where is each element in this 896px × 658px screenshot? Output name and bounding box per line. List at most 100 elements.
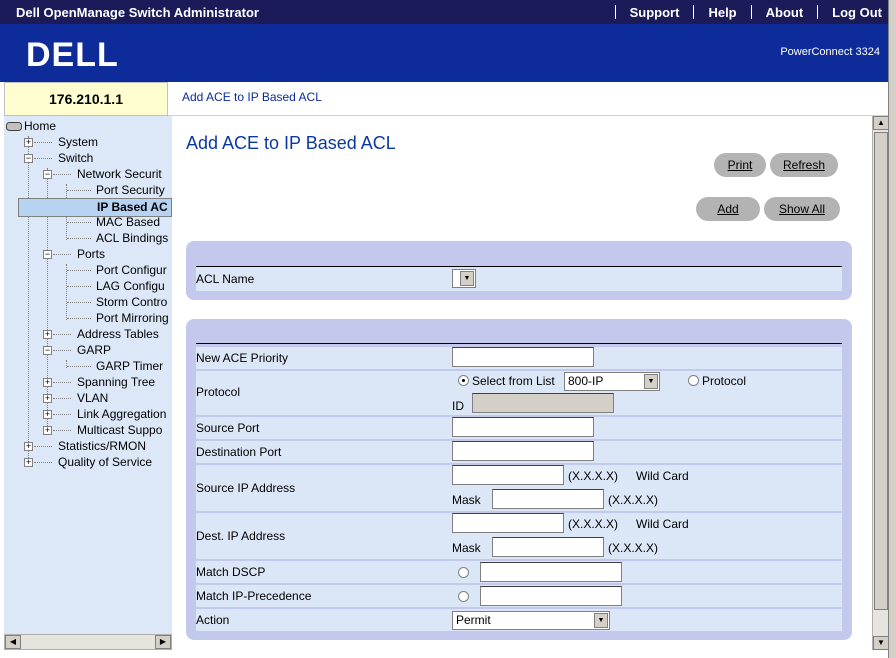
dest-mask-format: (X.X.X.X): [608, 541, 659, 555]
support-link[interactable]: Support: [616, 5, 694, 20]
scroll-left-icon[interactable]: ◀: [5, 635, 21, 649]
app-title: Dell OpenManage Switch Administrator: [16, 5, 259, 20]
tree-item-vlan[interactable]: VLAN: [77, 390, 108, 406]
tree-item-acl-bindings[interactable]: ACL Bindings: [96, 230, 168, 246]
tree-connector: [53, 350, 71, 351]
tree-horizontal-scrollbar[interactable]: ◀ ▶: [4, 634, 172, 650]
tree-item-spanning-tree[interactable]: Spanning Tree: [77, 374, 155, 390]
new-ace-priority-label: New ACE Priority: [196, 351, 289, 365]
source-ip-format: (X.X.X.X): [568, 469, 619, 483]
tree-item-multicast-support[interactable]: Multicast Suppo: [77, 422, 162, 438]
tree-item-address-tables[interactable]: Address Tables: [77, 326, 159, 342]
match-dscp-label: Match DSCP: [196, 565, 266, 579]
tree-item-network-security[interactable]: Network Securit: [77, 166, 162, 182]
tree-item-system[interactable]: System: [58, 134, 98, 150]
refresh-button[interactable]: Refresh: [770, 153, 838, 177]
plus-box-icon[interactable]: +: [43, 410, 52, 419]
source-port-input[interactable]: [452, 417, 594, 437]
scroll-thumb[interactable]: [874, 132, 888, 610]
protocol-id-radio[interactable]: [688, 375, 699, 386]
minus-box-icon[interactable]: −: [43, 250, 52, 259]
tree-connector: [66, 264, 67, 320]
tree-item-port-mirroring[interactable]: Port Mirroring: [96, 310, 169, 326]
plus-box-icon[interactable]: +: [43, 330, 52, 339]
plus-box-icon[interactable]: +: [24, 138, 33, 147]
help-link[interactable]: Help: [694, 5, 750, 20]
tree-item-storm-control[interactable]: Storm Contro: [96, 294, 167, 310]
acl-name-select[interactable]: ▼: [452, 269, 476, 288]
dest-mask-input[interactable]: [492, 537, 604, 557]
dest-mask-label: Mask: [452, 541, 481, 555]
tree-item-lag-configuration[interactable]: LAG Configu: [96, 278, 165, 294]
protocol-select-value: 800-IP: [568, 374, 604, 388]
print-button[interactable]: Print: [714, 153, 766, 177]
dest-ip-row: Dest. IP Address (X.X.X.X) Wild Card Mas…: [196, 513, 842, 559]
scroll-down-icon[interactable]: ▼: [873, 636, 889, 650]
tree-item-quality-of-service[interactable]: Quality of Service: [58, 454, 152, 470]
tree-item-statistics-rmon[interactable]: Statistics/RMON: [58, 438, 146, 454]
plus-box-icon[interactable]: +: [43, 394, 52, 403]
minus-box-icon[interactable]: −: [43, 346, 52, 355]
protocol-id-label: ID: [452, 399, 464, 413]
match-dscp-radio[interactable]: [458, 567, 469, 578]
tree-connector: [34, 446, 52, 447]
protocol-select[interactable]: 800-IP ▼: [564, 372, 660, 391]
tree-item-garp[interactable]: GARP: [77, 342, 111, 358]
add-button[interactable]: Add: [696, 197, 760, 221]
dest-ip-input[interactable]: [452, 513, 564, 533]
device-ip: 176.210.1.1: [4, 82, 168, 116]
content-vertical-scrollbar[interactable]: ▲ ▼: [872, 116, 889, 650]
tree-connector: [67, 318, 91, 319]
about-link[interactable]: About: [752, 5, 818, 20]
select-from-list-radio[interactable]: [458, 375, 469, 386]
tree-connector: [67, 222, 91, 223]
breadcrumb-text: Add ACE to IP Based ACL: [182, 90, 322, 104]
match-ip-precedence-input[interactable]: [480, 586, 622, 606]
new-ace-priority-input[interactable]: [452, 347, 594, 367]
main-content: Add ACE to IP Based ACL Print Refresh Ad…: [172, 116, 872, 650]
plus-box-icon[interactable]: +: [43, 378, 52, 387]
tree-item-ports[interactable]: Ports: [77, 246, 105, 262]
dest-wild-card-label: Wild Card: [636, 517, 689, 531]
tree-item-switch[interactable]: Switch: [58, 150, 93, 166]
tree-item-garp-timer[interactable]: GARP Timer: [96, 358, 163, 374]
source-mask-input[interactable]: [492, 489, 604, 509]
tree-connector: [67, 190, 91, 191]
match-dscp-row: Match DSCP: [196, 561, 842, 583]
destination-port-input[interactable]: [452, 441, 594, 461]
tree-item-port-security[interactable]: Port Security: [96, 182, 165, 198]
action-select[interactable]: Permit ▼: [452, 611, 610, 630]
tree-label: Home: [24, 119, 57, 133]
source-mask-label: Mask: [452, 493, 481, 507]
tree-connector: [67, 238, 91, 239]
minus-box-icon[interactable]: −: [43, 170, 52, 179]
protocol-id-input[interactable]: [472, 393, 614, 413]
top-bar: Dell OpenManage Switch Administrator Sup…: [0, 0, 896, 24]
tree-item-mac-based[interactable]: MAC Based: [96, 214, 160, 230]
tree-item-port-configuration[interactable]: Port Configur: [96, 262, 167, 278]
minus-box-icon[interactable]: −: [24, 154, 33, 163]
protocol-label: Protocol: [196, 385, 241, 399]
new-ace-priority-row: New ACE Priority: [196, 347, 842, 369]
window-scrollbar[interactable]: [888, 0, 896, 658]
row-divider: [196, 343, 842, 344]
plus-box-icon[interactable]: +: [43, 426, 52, 435]
match-ip-precedence-radio[interactable]: [458, 591, 469, 602]
tree-connector: [67, 366, 91, 367]
select-from-list-label: Select from List: [472, 374, 555, 388]
tree-item-link-aggregation[interactable]: Link Aggregation: [77, 406, 166, 422]
source-ip-input[interactable]: [452, 465, 564, 485]
tree-connector: [53, 414, 71, 415]
plus-box-icon[interactable]: +: [24, 458, 33, 467]
plus-box-icon[interactable]: +: [24, 442, 33, 451]
scroll-up-icon[interactable]: ▲: [873, 116, 889, 130]
dest-ip-label: Dest. IP Address: [196, 529, 286, 543]
home-drive-icon: [6, 122, 22, 131]
action-row: Action Permit ▼: [196, 609, 842, 631]
tree-connector: [34, 142, 52, 143]
scroll-right-icon[interactable]: ▶: [155, 635, 171, 649]
show-all-button[interactable]: Show All: [764, 197, 840, 221]
match-dscp-input[interactable]: [480, 562, 622, 582]
match-ip-precedence-row: Match IP-Precedence: [196, 585, 842, 607]
logout-link[interactable]: Log Out: [818, 5, 896, 20]
